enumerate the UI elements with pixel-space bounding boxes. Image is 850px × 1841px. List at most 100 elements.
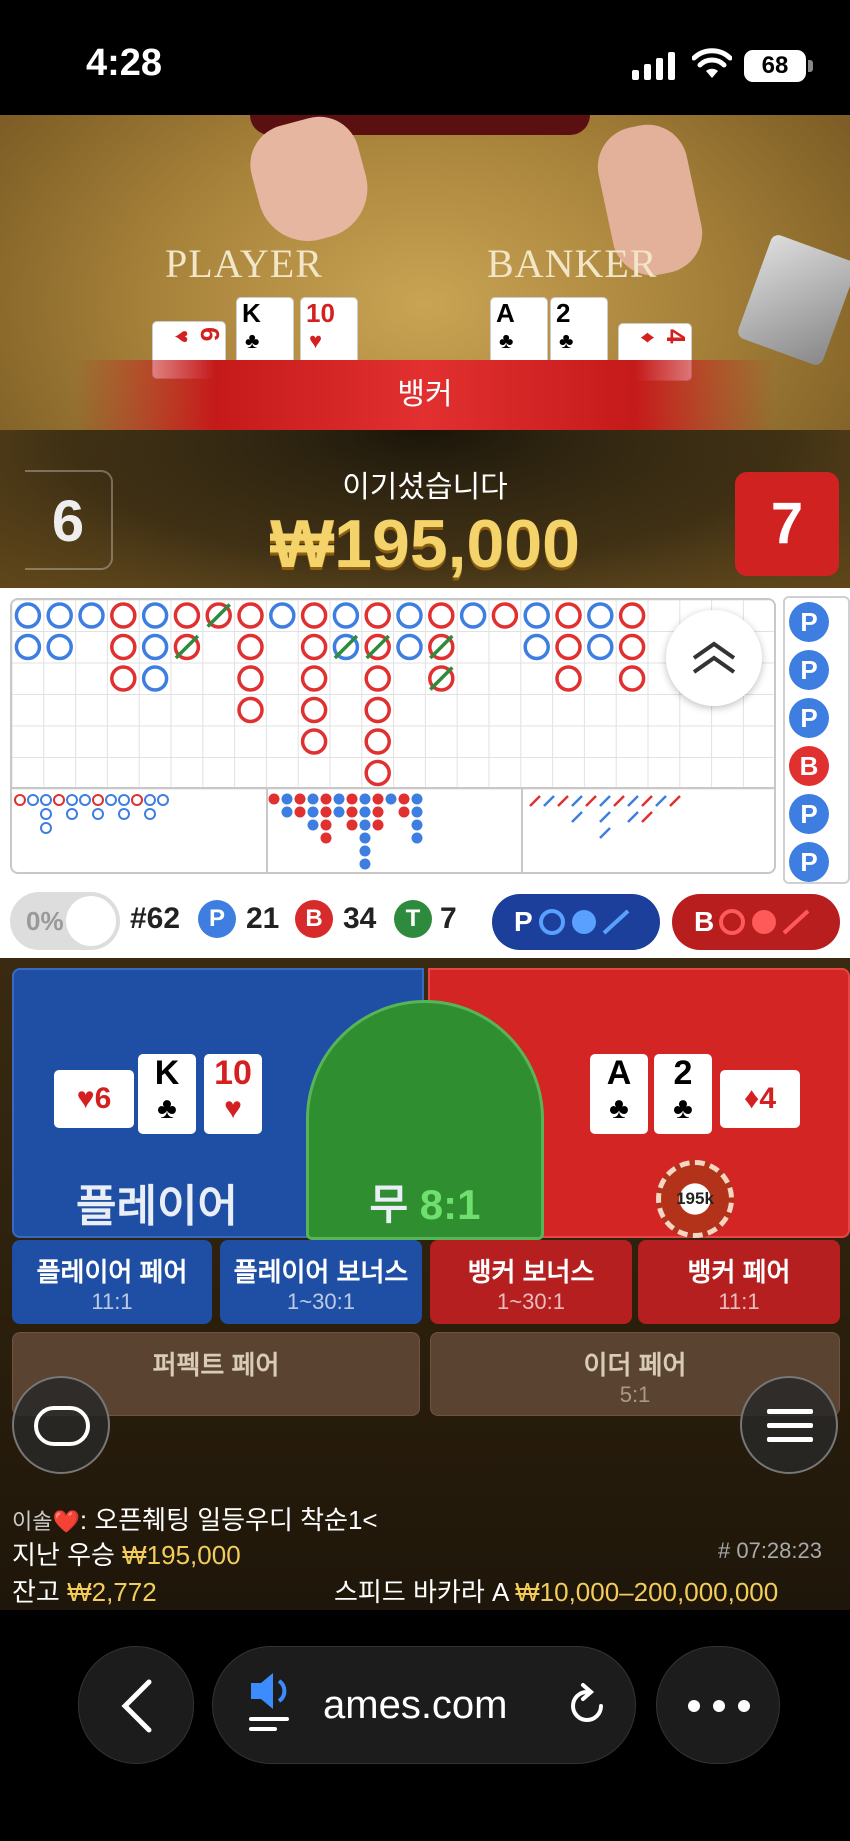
- road-marker: [300, 665, 328, 692]
- banker-count: 34: [343, 902, 377, 935]
- predict-player-button[interactable]: P: [492, 894, 660, 950]
- small-road-dot: [359, 832, 371, 844]
- small-road-dot: [359, 845, 371, 857]
- player-result-card-1: ♥6: [54, 1070, 134, 1128]
- percent-value: 0%: [26, 906, 64, 936]
- small-road-dot: [346, 819, 358, 831]
- road-marker: [364, 696, 391, 724]
- banker-bonus-bet[interactable]: 뱅커 보너스 1~30:1: [430, 1240, 632, 1324]
- player-result-card-3: 10 ♥: [204, 1054, 262, 1134]
- derived-marker: [144, 794, 156, 806]
- address-bar[interactable]: ames.com: [212, 1646, 636, 1764]
- tie-count-badge: T: [394, 900, 432, 938]
- derived-marker: [79, 794, 91, 806]
- player-count-badge: P: [198, 900, 236, 938]
- bead-6: P: [789, 842, 829, 882]
- bead-5: P: [789, 794, 829, 834]
- player-bet-label: 플레이어: [76, 1182, 238, 1231]
- win-message: 이기셨습니다: [342, 471, 508, 504]
- small-road-dot: [359, 806, 371, 818]
- battery-nub: [808, 60, 813, 72]
- balance-label: 잔고: [12, 1577, 60, 1607]
- predict-symbols-icon: [539, 909, 630, 935]
- banker-result-card-1: A ♣: [590, 1054, 648, 1134]
- banker-pair-bet[interactable]: 뱅커 페어 11:1: [638, 1240, 840, 1324]
- road-marker: [141, 602, 169, 629]
- road-marker: [555, 633, 582, 661]
- derived-marker: [27, 794, 39, 806]
- predict-banker-button[interactable]: B: [672, 894, 840, 950]
- tie-count: 7: [440, 902, 457, 935]
- expand-roadmap-button[interactable]: [666, 610, 762, 706]
- small-road-dot: [268, 793, 280, 805]
- chat-icon: [34, 1406, 90, 1446]
- player-count: 21: [246, 902, 280, 935]
- road-marker: [396, 633, 423, 661]
- road-marker: [237, 696, 264, 724]
- road-marker: [14, 633, 42, 661]
- cockroach-mark: [585, 795, 597, 807]
- road-marker: [300, 602, 328, 629]
- small-road-dot: [320, 819, 332, 831]
- road-marker: [141, 633, 169, 661]
- road-marker: [491, 602, 519, 629]
- derived-marker: [66, 794, 78, 806]
- back-button[interactable]: [78, 1646, 194, 1764]
- signal-icon: [632, 52, 675, 80]
- road-marker: [555, 665, 582, 692]
- player-table-label: PLAYER: [165, 241, 323, 286]
- player-bonus-bet[interactable]: 플레이어 보너스 1~30:1: [220, 1240, 422, 1324]
- small-road-dot: [372, 819, 384, 831]
- small-road-dot: [307, 806, 319, 818]
- bead-plate-column: P P P B P P: [783, 596, 850, 884]
- tie-bet-text: 무 8:1: [309, 1171, 541, 1232]
- chat-username: 이솔❤️: [12, 1509, 80, 1534]
- banker-table-label: BANKER: [487, 241, 658, 286]
- road-marker: [237, 665, 264, 692]
- small-road-dot: [398, 806, 410, 818]
- road-marker: [618, 602, 646, 629]
- more-dots-icon: [688, 1700, 750, 1712]
- predict-banker-label: B: [694, 906, 715, 937]
- tie-odds: 8:1: [419, 1181, 481, 1228]
- small-road-dot: [346, 806, 358, 818]
- road-svg: [12, 600, 774, 872]
- chat-button[interactable]: [12, 1376, 110, 1474]
- derived-marker: [92, 808, 104, 820]
- last-win-label: 지난 우승: [12, 1540, 115, 1570]
- wifi-icon: [692, 48, 732, 78]
- percent-toggle[interactable]: 0%: [10, 892, 120, 950]
- small-road-dot: [307, 819, 319, 831]
- small-road-dot: [411, 819, 423, 831]
- cockroach-mark: [627, 811, 639, 823]
- banker-score: 7: [735, 472, 839, 576]
- small-road-dot: [411, 806, 423, 818]
- cockroach-mark: [599, 795, 611, 807]
- player-pair-bet[interactable]: 플레이어 페어 11:1: [12, 1240, 212, 1324]
- road-marker: [364, 759, 391, 787]
- tie-bet-spot[interactable]: 무 8:1: [306, 1000, 544, 1240]
- chat-text: : 오픈췌팅 일등우디 착순1<: [79, 1505, 378, 1535]
- road-marker: [618, 633, 646, 661]
- cockroach-mark: [613, 795, 625, 807]
- balance-value: ₩2,772: [67, 1577, 157, 1607]
- road-marker: [78, 602, 105, 629]
- road-marker: [269, 602, 296, 629]
- derived-marker: [40, 794, 52, 806]
- battery-icon: 68: [744, 50, 806, 82]
- road-marker: [523, 602, 550, 629]
- cockroach-mark: [543, 795, 555, 807]
- tie-label: 무: [369, 1181, 409, 1228]
- menu-button[interactable]: [740, 1376, 838, 1474]
- chat-message: 이솔❤️: 오픈췌팅 일등우디 착순1<: [12, 1500, 378, 1537]
- scoreboard-grid[interactable]: [10, 598, 776, 874]
- road-marker: [428, 602, 455, 629]
- toggle-knob: [66, 896, 116, 946]
- cockroach-mark: [669, 795, 681, 807]
- more-button[interactable]: [656, 1646, 780, 1764]
- road-marker: [141, 665, 169, 692]
- round-number: #62: [130, 902, 181, 935]
- bead-3: P: [789, 698, 829, 738]
- bead-4: B: [789, 746, 829, 786]
- derived-marker: [131, 794, 143, 806]
